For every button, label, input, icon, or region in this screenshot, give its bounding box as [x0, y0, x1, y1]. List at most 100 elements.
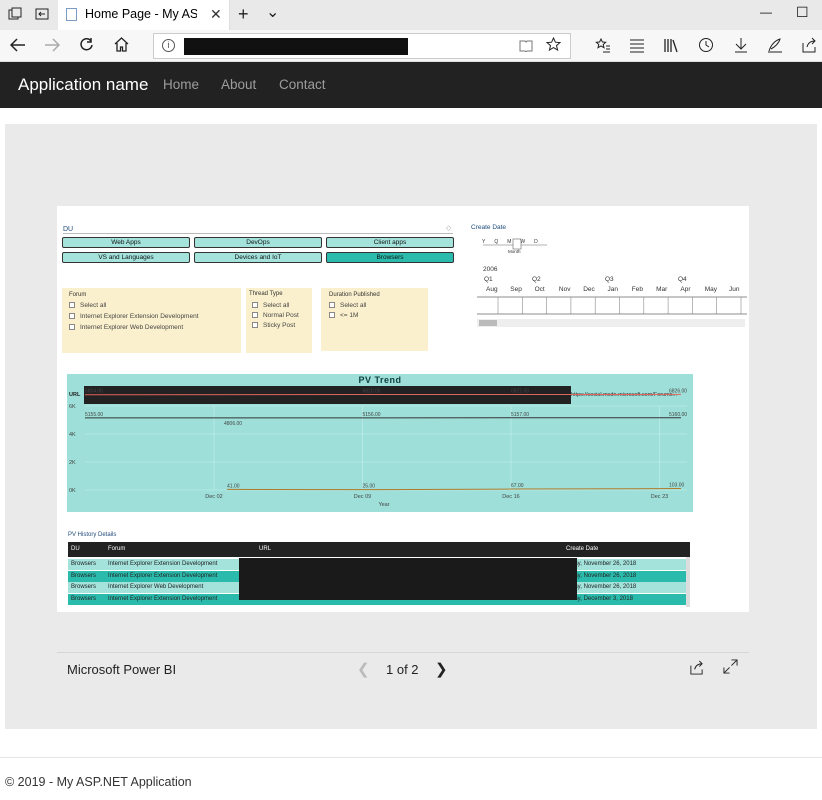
back-arrow-icon[interactable]	[10, 38, 26, 52]
du-button-devices-iot[interactable]: Devices and IoT	[194, 252, 322, 263]
scrollbar-thumb[interactable]	[479, 320, 497, 326]
data-label: 4806.00	[224, 421, 242, 427]
duration-option[interactable]: <= 1M	[329, 312, 358, 319]
du-button-browsers[interactable]: Browsers	[326, 252, 454, 263]
table-scrollbar[interactable]	[686, 557, 690, 607]
share-icon[interactable]	[801, 37, 817, 53]
timeline-bar[interactable]	[477, 296, 747, 320]
forum-option[interactable]: Internet Explorer Web Development	[69, 324, 183, 331]
url-field[interactable]: i	[153, 33, 571, 59]
data-label: 6826.00	[669, 388, 687, 394]
col-url[interactable]: URL	[259, 546, 271, 552]
table-cell-forum: Internet Explorer Extension Development	[108, 595, 218, 602]
data-label: 41.00	[227, 483, 240, 489]
timeline-year: 2006	[483, 266, 498, 273]
du-button-client-apps[interactable]: Client apps	[326, 237, 454, 248]
site-navbar: Application name Home About Contact	[0, 62, 822, 108]
nav-about-link[interactable]: About	[221, 77, 256, 92]
tab-preview-icon[interactable]	[8, 7, 22, 21]
library-icon[interactable]	[663, 37, 679, 53]
data-label: 6820.00	[363, 389, 381, 395]
forum-option[interactable]: Select all	[69, 302, 106, 309]
new-tab-button[interactable]: +	[238, 4, 249, 25]
active-tab[interactable]: Home Page - My ASP.N ✕	[58, 0, 230, 30]
eraser-icon[interactable]: ◇	[446, 224, 451, 232]
fullscreen-icon[interactable]	[723, 659, 738, 674]
nav-home-link[interactable]: Home	[163, 77, 199, 92]
thread-type-slicer: Thread Type Select all Normal Post Stick…	[246, 288, 312, 353]
powerbi-label[interactable]: Microsoft Power BI	[67, 662, 176, 677]
du-button-devops[interactable]: DevOps	[194, 237, 322, 248]
forward-arrow-icon[interactable]	[44, 38, 60, 52]
table-cell-du: Browsers	[71, 561, 97, 567]
table-header: DU Forum URL Create Date	[68, 542, 690, 557]
timeline-month: Dec	[583, 286, 595, 293]
address-bar: i	[0, 30, 822, 62]
granularity-labels: YQMWD	[482, 239, 547, 245]
timeline-month: Feb	[631, 286, 643, 293]
data-label: 6804.00	[85, 389, 103, 395]
x-axis-label: Year	[378, 502, 389, 508]
pen-icon[interactable]	[767, 37, 783, 53]
favorite-star-icon[interactable]	[546, 37, 561, 52]
forum-slicer-title: Forum	[69, 292, 87, 298]
browser-tab-bar: Home Page - My ASP.N ✕ + ⌄ — ☐	[0, 0, 822, 30]
maximize-button[interactable]: ☐	[796, 4, 809, 21]
minimize-button[interactable]: —	[760, 5, 772, 19]
history-icon[interactable]	[698, 37, 714, 53]
site-info-icon[interactable]: i	[162, 39, 175, 52]
col-create-date[interactable]: Create Date	[566, 546, 598, 552]
timeline-month: Sep	[510, 286, 522, 293]
brand-link[interactable]: Application name	[18, 75, 148, 95]
col-du[interactable]: DU	[71, 546, 80, 552]
du-slicer-title: DU	[63, 226, 74, 233]
refresh-icon[interactable]	[79, 37, 94, 52]
duration-option[interactable]: Select all	[329, 302, 366, 309]
timeline-quarter: Q1	[484, 276, 493, 283]
data-label: 5156.00	[363, 412, 381, 418]
y-tick-label: 0K	[69, 488, 76, 494]
timeline-scrollbar[interactable]	[477, 319, 745, 327]
close-tab-icon[interactable]: ✕	[210, 6, 222, 23]
table-title: PV History Details	[68, 532, 117, 538]
table-cell-forum: Internet Explorer Extension Development	[108, 561, 218, 567]
y-tick-label: 6K	[69, 404, 76, 410]
duration-title: Duration Published	[329, 292, 380, 298]
data-label: 25.00	[363, 484, 376, 490]
thread-type-option[interactable]: Select all	[252, 302, 289, 309]
home-icon[interactable]	[114, 37, 129, 52]
timeline-quarter: Q2	[532, 276, 541, 283]
x-tick-label: Dec 23	[651, 494, 668, 500]
timeline-month: Aug	[486, 286, 498, 293]
y-tick-label: 4K	[69, 432, 76, 438]
reading-view-icon[interactable]	[519, 39, 533, 52]
du-button-web-apps[interactable]: Web Apps	[62, 237, 190, 248]
share-report-icon[interactable]	[689, 660, 704, 675]
timeline-month: Nov	[558, 286, 571, 293]
previous-page-chevron-icon[interactable]: ❮	[357, 660, 370, 678]
tab-list-chevron-icon[interactable]: ⌄	[266, 2, 279, 22]
tab-aside-icon[interactable]	[35, 7, 49, 21]
data-label: 5160.00	[669, 412, 687, 418]
data-label: 6822.00	[511, 388, 529, 394]
timeline-quarter: Q4	[678, 276, 687, 283]
col-forum[interactable]: Forum	[108, 546, 125, 552]
thread-type-option[interactable]: Normal Post	[252, 312, 299, 319]
favorites-bar-icon[interactable]	[595, 37, 611, 53]
forum-option[interactable]: Internet Explorer Extension Development	[69, 313, 199, 320]
hub-icon[interactable]	[629, 37, 645, 53]
du-button-vs-languages[interactable]: VS and Languages	[62, 252, 190, 263]
data-label: 67.00	[511, 483, 524, 489]
thread-type-option[interactable]: Sticky Post	[252, 322, 295, 329]
download-icon[interactable]	[733, 37, 749, 53]
table-cell-du: Browsers	[71, 572, 97, 579]
nav-contact-link[interactable]: Contact	[279, 77, 326, 92]
next-page-chevron-icon[interactable]: ❯	[435, 660, 448, 678]
page-footer: © 2019 - My ASP.NET Application	[5, 775, 192, 789]
y-tick-label: 2K	[69, 460, 76, 466]
table-cell-forum: Internet Explorer Web Development	[108, 584, 204, 590]
table-cell-du: Browsers	[71, 584, 97, 590]
timeline-quarter: Q3	[605, 276, 614, 283]
timeline-month: Oct	[534, 286, 545, 293]
data-label: 5155.00	[85, 412, 103, 418]
